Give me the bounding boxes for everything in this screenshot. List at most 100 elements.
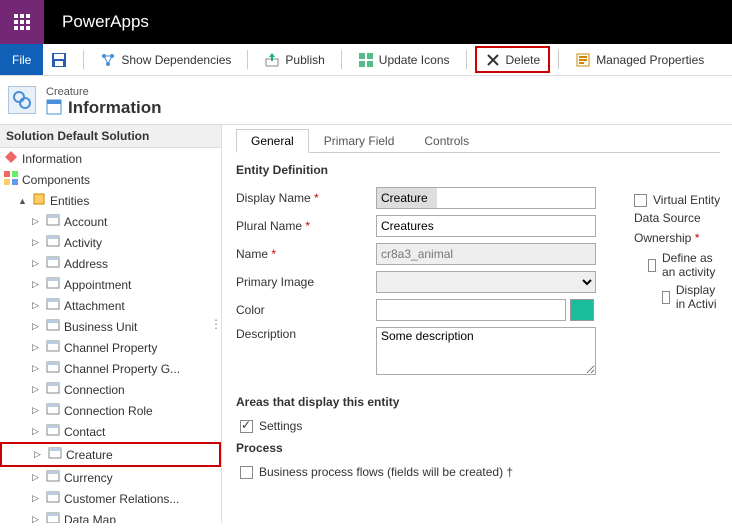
app-launcher-button[interactable] [0,0,44,44]
expand-icon[interactable]: ▷ [32,342,42,353]
entity-icon [46,511,60,523]
expand-icon[interactable]: ▷ [32,472,42,483]
description-input[interactable] [376,327,596,375]
display-activities-label: Display in Activi [676,283,720,311]
entity-icon [8,86,36,114]
delete-button[interactable]: Delete [475,46,551,73]
grid-icon [358,52,374,68]
entity-icon [46,297,60,314]
tab-primary-field[interactable]: Primary Field [309,129,410,153]
page-header: Creature Information [0,76,732,125]
collapse-icon[interactable]: ▲ [18,196,28,206]
entity-node[interactable]: ▷ Connection Role [0,400,221,421]
save-button[interactable] [43,44,75,75]
name-label: Name * [236,247,376,261]
expand-icon[interactable]: ▷ [32,363,42,374]
entity-label: Connection [64,383,125,397]
form-icon [46,99,62,118]
areas-heading: Areas that display this entity [236,395,720,409]
settings-checkbox[interactable] [240,420,253,433]
nav-components-label: Components [22,173,90,187]
virtual-entity-checkbox[interactable] [634,194,647,207]
description-label: Description [236,327,376,341]
managed-properties-label: Managed Properties [596,53,704,67]
delete-label: Delete [506,53,541,67]
color-label: Color [236,303,376,317]
entity-label: Account [64,215,107,229]
primary-image-label: Primary Image [236,275,376,289]
display-name-label: Display Name * [236,191,376,205]
expand-icon[interactable]: ▷ [32,279,42,290]
save-icon [51,52,67,68]
nav-information[interactable]: Information [0,148,221,169]
entity-node[interactable]: ▷ Account [0,211,221,232]
entity-label: Connection Role [64,404,153,418]
expand-icon[interactable]: ▷ [32,493,42,504]
process-heading: Process [236,441,720,455]
expand-icon[interactable]: ▷ [32,237,42,248]
managed-properties-button[interactable]: Managed Properties [567,44,712,75]
show-dependencies-button[interactable]: Show Dependencies [92,44,239,75]
entity-node[interactable]: ▷ Address [0,253,221,274]
display-name-input[interactable] [376,187,596,209]
plural-name-label: Plural Name * [236,219,376,233]
expand-icon[interactable]: ▷ [34,449,44,460]
entity-icon [46,318,60,335]
entity-icon [46,360,60,377]
entity-label: Channel Property [64,341,157,355]
entity-node[interactable]: ▷Creature [0,442,221,467]
publish-icon [264,52,280,68]
section-heading: Entity Definition [236,163,720,177]
entity-label: Business Unit [64,320,137,334]
entity-node[interactable]: ▷ Channel Property [0,337,221,358]
entity-node[interactable]: ▷ Connection [0,379,221,400]
expand-icon[interactable]: ▷ [32,514,42,523]
app-name: PowerApps [44,12,149,32]
tab-general[interactable]: General [236,129,309,153]
entity-label: Contact [64,425,105,439]
entity-label: Address [64,257,108,271]
entity-icon [46,490,60,507]
content-pane: General Primary Field Controls Entity De… [222,125,732,523]
tab-controls[interactable]: Controls [409,129,484,153]
expand-icon[interactable]: ▷ [32,258,42,269]
update-icons-button[interactable]: Update Icons [350,44,458,75]
define-activity-checkbox[interactable] [648,259,656,272]
publish-button[interactable]: Publish [256,44,332,75]
entity-node[interactable]: ▷Currency [0,467,221,488]
entity-icon [46,402,60,419]
name-input [376,243,596,265]
tab-strip: General Primary Field Controls [236,129,720,153]
nav-components[interactable]: Components [0,169,221,190]
entity-icon [46,234,60,251]
waffle-icon [14,14,30,30]
entity-node[interactable]: ▷Appointment [0,274,221,295]
expand-icon[interactable]: ▷ [32,321,42,332]
primary-image-select[interactable] [376,271,596,293]
expand-icon[interactable]: ▷ [32,300,42,311]
plural-name-input[interactable] [376,215,596,237]
expand-icon[interactable]: ▷ [32,216,42,227]
publish-label: Publish [285,53,324,67]
expand-icon[interactable]: ▷ [32,384,42,395]
components-icon [4,171,18,188]
color-input[interactable] [376,299,566,321]
command-bar: File Show Dependencies Publish Update Ic… [0,44,732,76]
entity-node[interactable]: ▷Customer Relations... [0,488,221,509]
entity-node[interactable]: ▷ Contact [0,421,221,442]
resize-handle[interactable]: ⋮ [210,317,221,331]
color-swatch[interactable] [570,299,594,321]
entity-node[interactable]: ▷ Business Unit [0,316,221,337]
file-tab[interactable]: File [0,44,43,75]
expand-icon[interactable]: ▷ [32,426,42,437]
entity-node[interactable]: ▷Attachment [0,295,221,316]
entity-label: Data Map [64,513,116,524]
bpf-checkbox[interactable] [240,466,253,479]
entity-node[interactable]: ▷Activity [0,232,221,253]
expand-icon[interactable]: ▷ [32,405,42,416]
display-activities-checkbox[interactable] [662,291,670,304]
info-icon [4,150,18,167]
nav-entities[interactable]: ▲ Entities [0,190,221,211]
entity-node[interactable]: ▷Channel Property G... [0,358,221,379]
entity-node[interactable]: ▷ Data Map [0,509,221,523]
